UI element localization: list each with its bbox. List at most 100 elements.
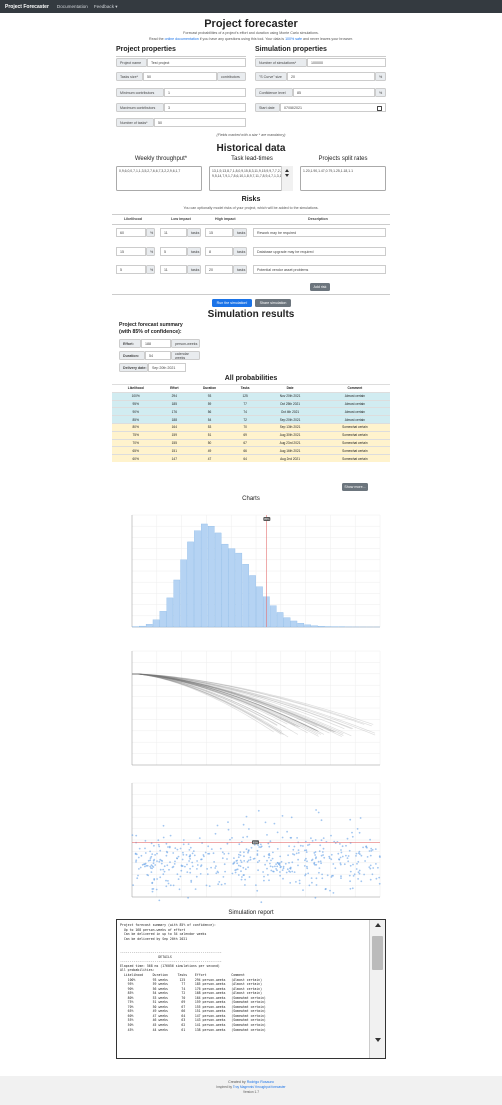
throughput-textarea[interactable]: 0,9,6,0,0,7,1,1,3,5,2,7,6,6,7,3,2,2,9,6,… (116, 166, 202, 191)
add-risk-button[interactable]: Add risk (310, 283, 330, 291)
author-link[interactable]: Rodrigo Rosauro (247, 1080, 274, 1084)
project-name-input[interactable]: Test project (147, 58, 246, 67)
max-contributors-label: Maximum contributors (116, 103, 164, 112)
risk-description-input[interactable]: Database upgrade may be required (253, 247, 386, 256)
run-simulation-button[interactable]: Run the simulation! (212, 299, 252, 307)
scatter-point (215, 872, 218, 875)
max-contributors-input[interactable]: 3 (164, 103, 246, 112)
scatter-point (260, 901, 263, 904)
scatter-point (332, 892, 335, 894)
scatter-point (271, 857, 274, 860)
scatter-point (321, 877, 324, 880)
risk-low-input[interactable]: 11 (160, 265, 187, 274)
calendar-icon[interactable] (377, 105, 382, 111)
scurve-input[interactable]: 20 (287, 72, 375, 81)
effort-unit: person-weeks (171, 339, 200, 348)
scatter-point (162, 824, 165, 827)
risk-likelihood-input[interactable]: 60 (116, 228, 146, 237)
scatter-point (237, 864, 240, 867)
scatter-point (174, 860, 176, 863)
scatter-point (356, 828, 359, 830)
report-scrollbar[interactable] (369, 920, 385, 1058)
nav-feedback[interactable]: Feedback ▾ (94, 4, 118, 10)
scatter-point (138, 868, 140, 870)
scatter-point (132, 884, 134, 886)
scatter-point (348, 849, 351, 852)
scatter-point (242, 874, 245, 876)
risk-high-input[interactable]: 20 (205, 265, 233, 274)
table-cell: Somewhat certain (319, 430, 390, 440)
min-contributors-input[interactable]: 1 (164, 88, 246, 97)
scatter-point (159, 849, 162, 852)
scatter-point (200, 858, 203, 861)
scatter-point (355, 855, 357, 857)
risk-high-input[interactable]: 8 (205, 247, 233, 256)
safe-link[interactable]: 100% safe (285, 37, 302, 41)
scatter-point (233, 857, 235, 859)
scroll-down-icon[interactable] (285, 174, 289, 177)
risk-low-input[interactable]: 5 (160, 247, 187, 256)
leadtimes-scrollbar[interactable] (281, 166, 293, 191)
burndown-series-line (131, 673, 319, 737)
table-cell: 49 (189, 446, 230, 455)
brand-link[interactable]: Project Forecaster (5, 4, 49, 10)
scatter-point (167, 880, 169, 882)
scatter-point (284, 862, 287, 865)
confidence-input[interactable]: 85 (293, 88, 375, 97)
scatter-point (290, 816, 293, 819)
histogram-bar (276, 612, 284, 628)
risk-likelihood-input[interactable]: 15 (116, 247, 146, 256)
burndown-series-line (131, 673, 301, 728)
scatter-point (329, 889, 331, 892)
scatter-point (315, 877, 318, 880)
show-more-button[interactable]: Show more... (342, 483, 368, 491)
scatter-point (257, 844, 259, 846)
scatter-point (244, 868, 247, 871)
scatter-point (279, 855, 282, 858)
scatter-point (182, 851, 184, 854)
risk-low-input[interactable]: 11 (160, 228, 187, 237)
number-of-tasks-input[interactable]: 50 (154, 118, 246, 127)
risk-col-description: Description (308, 217, 328, 221)
scatter-point (306, 867, 309, 870)
share-simulation-button[interactable]: Share simulation (255, 299, 291, 307)
scatter-point (244, 878, 247, 881)
inspiration-link[interactable]: Troy Magennis' throughput forecaster (233, 1085, 286, 1089)
page-subtitle: Forecast probabilities of a project's ef… (183, 31, 319, 35)
scatter-point (306, 865, 308, 868)
scatter-point (168, 868, 170, 871)
mandatory-note: (Fields marked with a star * are mandato… (216, 133, 286, 137)
risk-description-input[interactable]: Potential vendor asset problems (253, 265, 386, 274)
histogram-bar (173, 579, 181, 628)
risk-high-input[interactable]: 15 (205, 228, 233, 237)
scatter-point (319, 844, 322, 847)
scatter-point (214, 867, 217, 869)
scatter-point (227, 852, 230, 855)
risk-description-input[interactable]: Rework may be required (253, 228, 386, 237)
scrollbar-thumb[interactable] (372, 936, 383, 970)
scatter-point (206, 868, 208, 870)
scroll-up-icon[interactable] (375, 923, 381, 927)
table-cell: Almost certain (319, 391, 390, 401)
risk-likelihood-input[interactable]: 5 (116, 265, 146, 274)
nav-documentation[interactable]: Documentation (57, 4, 88, 9)
scatter-point (192, 850, 195, 852)
scatter-point (246, 835, 249, 838)
scatter-point (165, 850, 168, 853)
scatter-point (305, 857, 307, 860)
table-cell: 151 (159, 446, 190, 455)
tasks-size-input[interactable]: 50 (143, 72, 217, 81)
num-simulations-input[interactable]: 100000 (307, 58, 386, 67)
scatter-point (349, 870, 352, 873)
effort-value: 188 (141, 339, 171, 348)
scroll-down-icon[interactable] (375, 1038, 381, 1042)
number-of-tasks-label: Number of tasks* (116, 118, 154, 127)
scatter-point (353, 873, 356, 876)
docs-link[interactable]: online documentation (165, 37, 199, 41)
table-header-row: Likelihood Effort Duration Tasks Date Comment (112, 384, 390, 393)
split-textarea[interactable]: 1.20,1.90,1.47,0.79,1.25,1.18,1.1 (300, 166, 386, 191)
report-textarea[interactable]: Project forecast summary (with 85% of co… (116, 919, 386, 1059)
scatter-point (185, 854, 188, 856)
scroll-up-icon[interactable] (285, 169, 289, 172)
start-date-input[interactable]: 07/08/2021 (280, 103, 386, 112)
